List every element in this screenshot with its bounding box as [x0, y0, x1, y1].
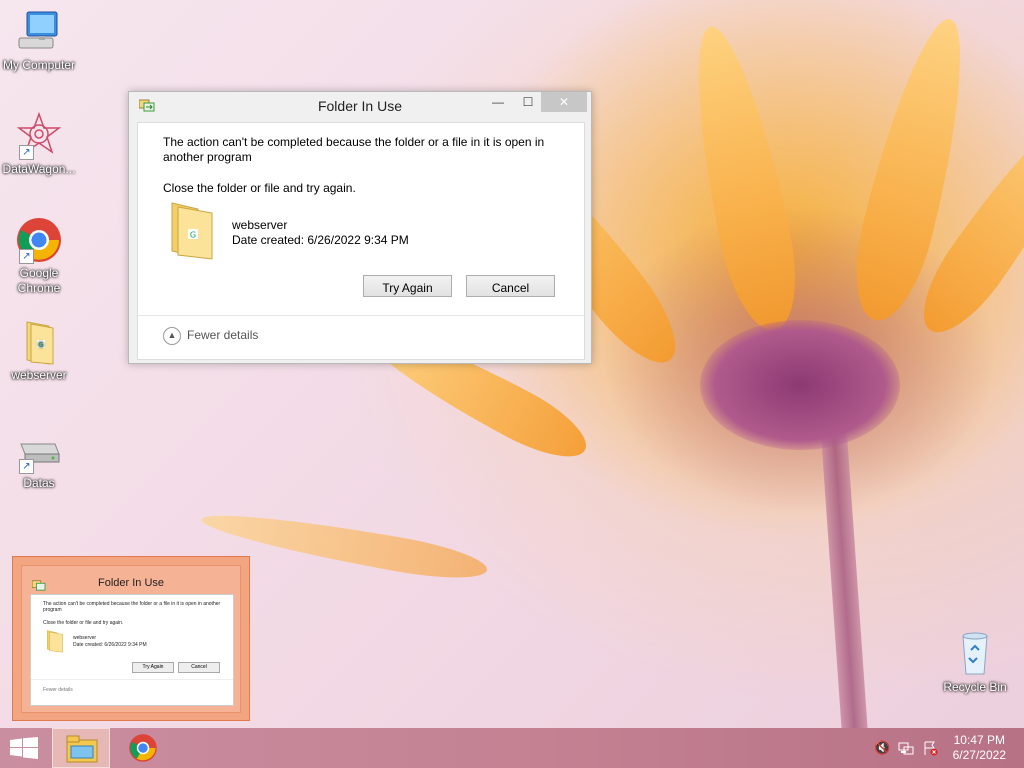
- windows-logo-icon: [10, 737, 38, 759]
- desktop-icon-recycle-bin[interactable]: Recycle Bin: [933, 630, 1017, 695]
- thumbnail-file-name: webserver: [73, 635, 97, 641]
- close-button[interactable]: ✕: [541, 92, 587, 112]
- svg-text:G: G: [38, 341, 43, 349]
- minimize-button[interactable]: —: [485, 92, 511, 112]
- desktop-icon-label: webserver: [11, 368, 67, 382]
- system-clock[interactable]: 10:47 PM 6/27/2022: [953, 733, 1006, 763]
- dialog-instruction: Close the folder or file and try again.: [163, 181, 356, 195]
- thumbnail-title: Folder In Use: [97, 577, 165, 589]
- maximize-button[interactable]: ☐: [515, 92, 541, 112]
- thumbnail-fewer-details: Fewer details: [43, 687, 73, 693]
- thumbnail-window: Folder In Use The action can't be comple…: [21, 565, 241, 713]
- wallpaper-flower-center: [700, 320, 900, 450]
- recycle-bin-icon: [951, 630, 999, 678]
- cancel-button[interactable]: Cancel: [466, 275, 555, 297]
- shortcut-arrow-icon: ↗: [19, 145, 34, 160]
- action-center-flag-icon[interactable]: [922, 740, 938, 756]
- desktop-icon-label: Recycle Bin: [943, 680, 1007, 694]
- fewer-details-toggle[interactable]: ▲ Fewer details: [163, 327, 258, 345]
- network-icon[interactable]: [898, 740, 914, 756]
- desktop-icon-label: Datas: [23, 476, 55, 490]
- clock-date: 6/27/2022: [952, 748, 1006, 762]
- thumbnail-try-again-button: Try Again: [132, 662, 174, 673]
- thumbnail-instruction: Close the folder or file and try again.: [43, 620, 124, 626]
- chrome-icon: [129, 734, 157, 762]
- wallpaper-stem: [820, 419, 869, 741]
- divider: [138, 315, 584, 316]
- desktop-icon-label: Google Chrome: [17, 266, 61, 295]
- dialog-content: The action can't be completed because th…: [137, 122, 585, 360]
- taskbar: 🔇 10:47 PM 6/27/2022: [0, 728, 1024, 768]
- taskbar-chrome[interactable]: [118, 728, 168, 768]
- taskbar-file-explorer[interactable]: [52, 728, 110, 768]
- folder-in-use-dialog: Folder In Use — ☐ ✕ The action can't be …: [128, 91, 592, 364]
- wallpaper-petal: [676, 19, 810, 338]
- clock-time: 10:47 PM: [953, 733, 1005, 747]
- start-button[interactable]: [10, 737, 38, 759]
- desktop-icon-datas[interactable]: ↗ Datas: [0, 426, 81, 491]
- thumbnail-cancel-button: Cancel: [178, 662, 220, 673]
- desktop-icon-webserver[interactable]: G webserver: [0, 318, 81, 383]
- try-again-button[interactable]: Try Again: [363, 275, 452, 297]
- folder-icon: [45, 629, 65, 658]
- shortcut-arrow-icon: ↗: [19, 249, 34, 264]
- svg-text:G: G: [190, 231, 196, 240]
- shortcut-arrow-icon: ↗: [19, 459, 34, 474]
- desktop-icon-label: My Computer: [2, 58, 76, 72]
- thumbnail-file-date: Date created: 6/26/2022 9:34 PM: [73, 642, 147, 648]
- thumbnail-message: The action can't be completed because th…: [43, 601, 221, 613]
- file-name: webserver: [232, 218, 288, 232]
- desktop-icon-google-chrome[interactable]: ↗ Google Chrome: [0, 216, 81, 296]
- desktop-icon-datawagon[interactable]: ↗ DataWagon...: [0, 111, 81, 177]
- fewer-details-label: Fewer details: [187, 328, 259, 343]
- volume-muted-icon[interactable]: 🔇: [874, 740, 890, 756]
- datawagon-icon: ↗: [15, 111, 63, 160]
- folder-icon: G: [168, 199, 216, 261]
- dialog-title-bar[interactable]: Folder In Use — ☐ ✕: [129, 92, 591, 120]
- chrome-icon: ↗: [15, 216, 63, 264]
- drive-icon: ↗: [15, 426, 63, 474]
- file-date-created: Date created: 6/26/2022 9:34 PM: [232, 233, 409, 247]
- divider: [31, 679, 233, 680]
- folder-icon: G: [15, 318, 63, 366]
- taskbar-thumbnail-preview[interactable]: Folder In Use The action can't be comple…: [12, 556, 250, 721]
- dialog-message: The action can't be completed because th…: [163, 135, 545, 164]
- chevron-up-icon: ▲: [163, 327, 181, 345]
- file-explorer-icon: [66, 735, 98, 763]
- desktop-icon-label: DataWagon...: [2, 162, 76, 176]
- thumbnail-dialog-content: The action can't be completed because th…: [30, 594, 234, 706]
- desktop-icon-my-computer[interactable]: My Computer: [0, 8, 81, 73]
- computer-icon: [15, 8, 63, 56]
